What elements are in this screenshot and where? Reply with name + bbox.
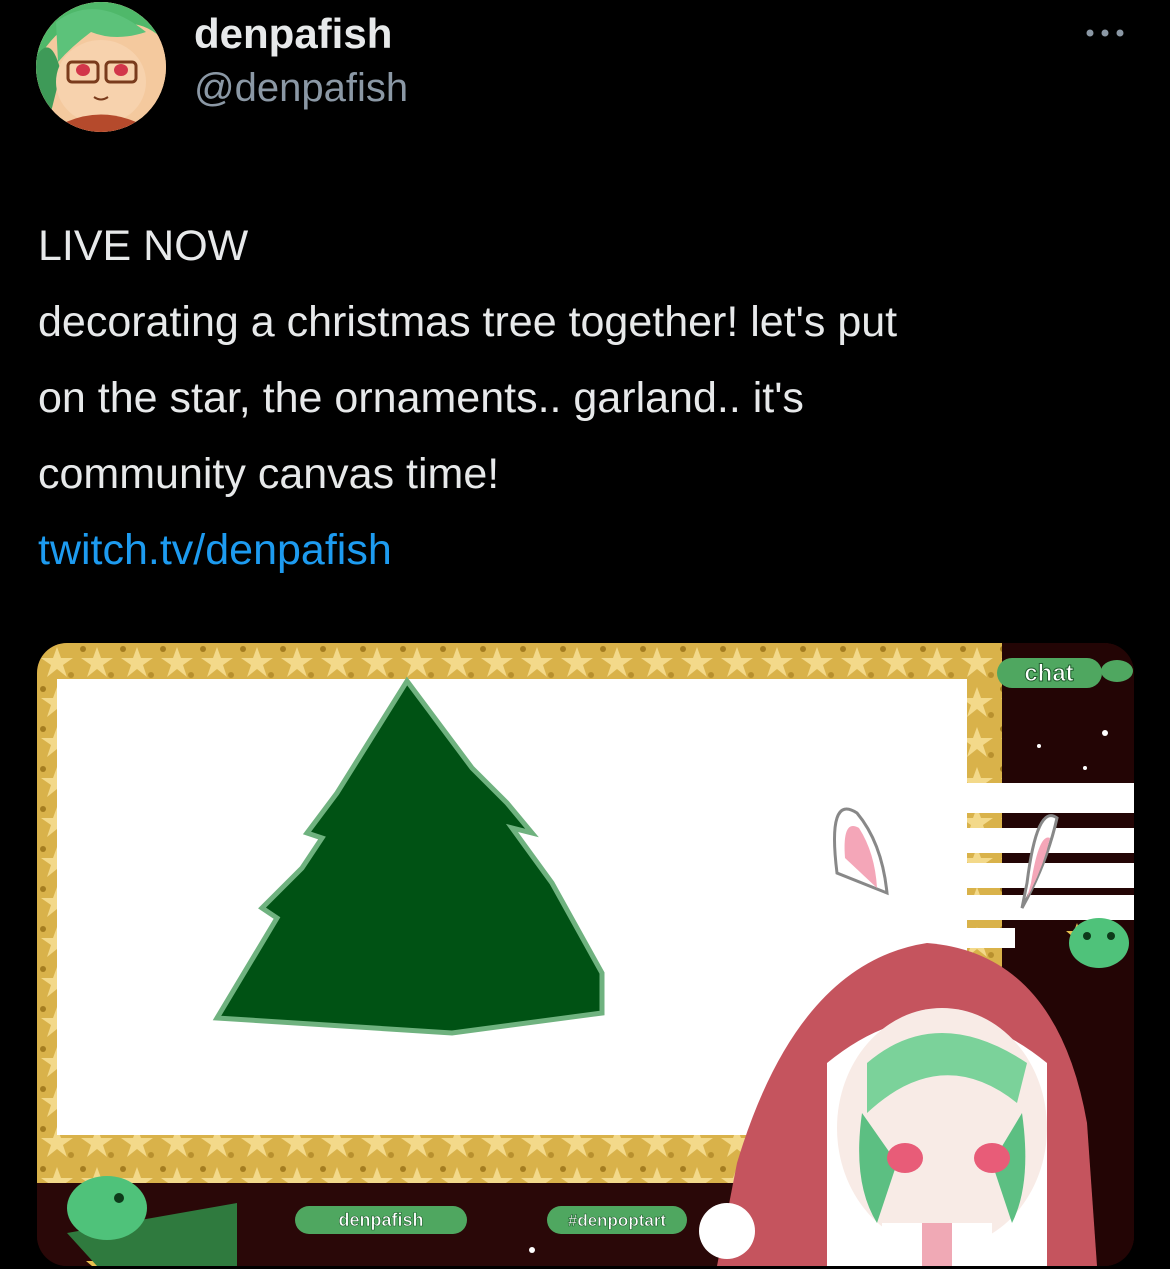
- avatar-image: [36, 2, 166, 132]
- left-tag-label: denpafish: [338, 1210, 423, 1230]
- stream-link[interactable]: twitch.tv/denpafish: [38, 512, 1138, 588]
- post-media[interactable]: chat denpafish #denpoptart: [37, 643, 1134, 1266]
- more-options-icon[interactable]: [1080, 18, 1130, 48]
- post-line-live-now: LIVE NOW: [38, 222, 249, 270]
- right-tag-label: #denpoptart: [568, 1211, 667, 1230]
- post-line: on the star, the ornaments.. garland.. i…: [38, 374, 804, 422]
- post-line: decorating a christmas tree together! le…: [38, 298, 898, 346]
- chat-label: chat: [1024, 660, 1073, 687]
- post-line: community canvas time!: [38, 450, 500, 498]
- author-display-name[interactable]: denpafish: [194, 10, 392, 58]
- stream-screenshot: chat denpafish #denpoptart: [37, 643, 1134, 1266]
- post-text: LIVE NOW decorating a christmas tree tog…: [38, 208, 1138, 588]
- avatar[interactable]: [36, 2, 166, 132]
- author-handle[interactable]: @denpafish: [194, 66, 408, 111]
